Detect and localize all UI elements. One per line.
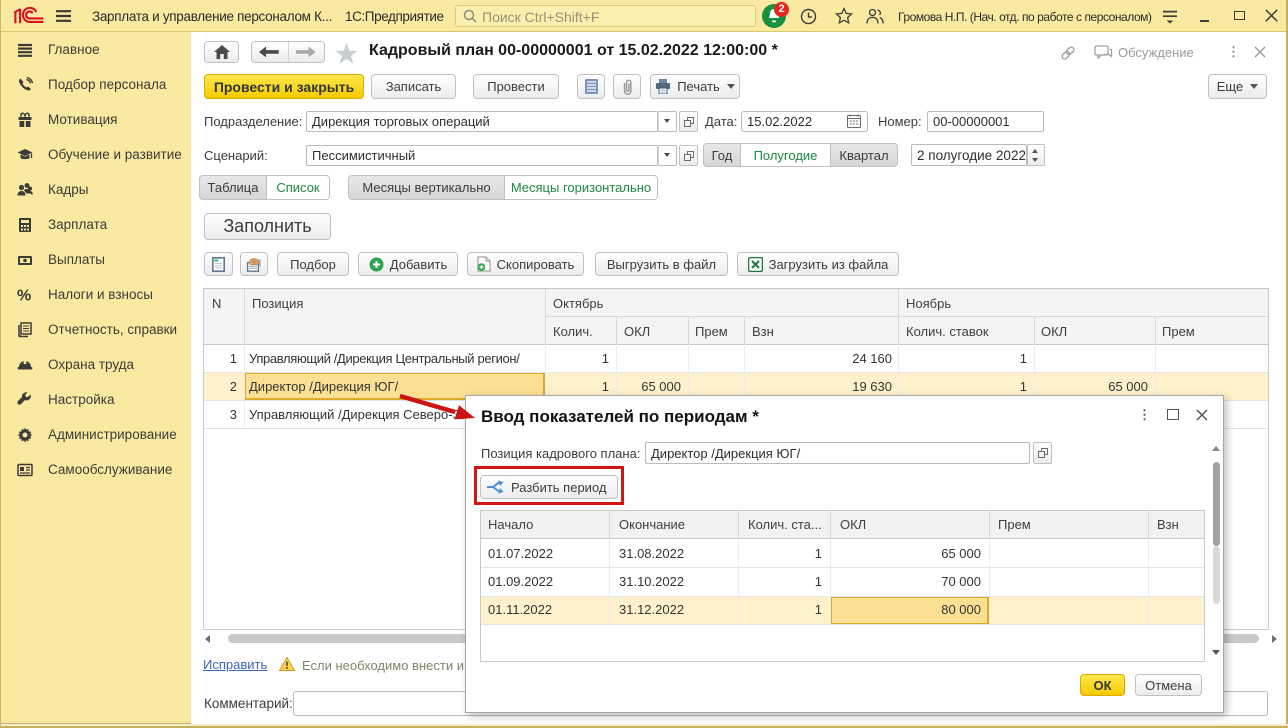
svg-text:%: %	[17, 287, 31, 303]
